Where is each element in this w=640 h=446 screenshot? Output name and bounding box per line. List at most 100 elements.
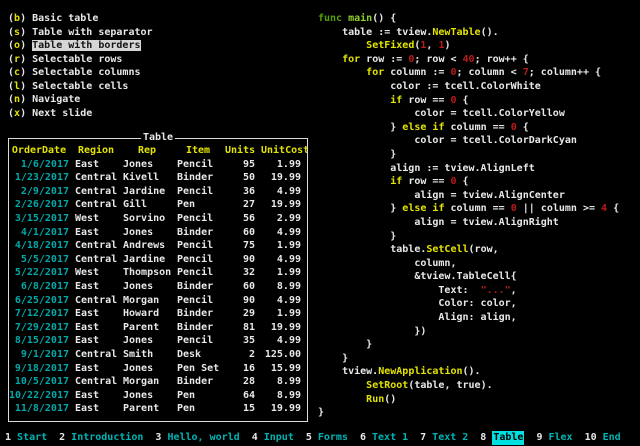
code-token: Run [366, 394, 384, 405]
slide-tab[interactable]: 9Flex [536, 431, 572, 445]
cell-units: 35 [225, 334, 261, 348]
cell-rep: Thompson [123, 266, 177, 280]
code-token: column == [444, 203, 510, 214]
code-token: ; column < [457, 67, 523, 78]
cell-rep: Jardine [123, 185, 177, 199]
menu-item[interactable]: (c) Selectable columns [8, 66, 153, 80]
code-token: &tview.TableCell{ [318, 271, 517, 282]
slide-number: 3 [155, 431, 161, 445]
cell-item: Pencil [177, 185, 225, 199]
cell-unitcost: 1.99 [261, 307, 307, 321]
cell-orderdate: 2/9/2017 [9, 185, 75, 199]
code-token: else [402, 203, 426, 214]
code-token: (row, [469, 244, 499, 255]
code-line: if row == 0 { [318, 175, 619, 189]
cell-item: Pen [177, 389, 225, 403]
code-token: { [457, 176, 469, 187]
slide-tab[interactable]: 5Forms [306, 431, 348, 445]
slide-tab[interactable]: 3Hello, world [155, 431, 239, 445]
slide-tab[interactable]: 4Input [252, 431, 294, 445]
slide-tab-label: Start [17, 431, 47, 445]
code-line: SetRoot(table, true). [318, 379, 619, 393]
code-token: 40 [463, 54, 475, 65]
cell-region: Central [75, 253, 123, 267]
code-token: (table, true). [408, 380, 492, 391]
cell-orderdate: 9/18/2017 [9, 362, 75, 376]
cell-item: Pencil [177, 253, 225, 267]
code-line: }) [318, 325, 619, 339]
slide-tab[interactable]: 6Text 1 [360, 431, 408, 445]
code-token: color = tcell.ColorYellow [318, 108, 565, 119]
code-line: } else if column == 0 || column >= 4 { [318, 202, 619, 216]
table-panel: Table OrderDate Region Rep Item Units Un… [8, 138, 308, 422]
cell-region: Central [75, 348, 123, 362]
code-line: column, [318, 257, 619, 271]
table-row: 9/18/2017 East Jones Pen Set 16 15.99 [9, 362, 307, 376]
cell-orderdate: 9/1/2017 [9, 348, 75, 362]
col-header-rep: Rep [123, 144, 177, 158]
cell-units: 60 [225, 226, 261, 240]
cell-item: Pencil [177, 239, 225, 253]
code-line: align = tview.AlignCenter [318, 189, 619, 203]
cell-rep: Jones [123, 280, 177, 294]
code-line: align := tview.AlignLeft [318, 162, 619, 176]
menu-item[interactable]: (b) Basic table [8, 12, 153, 26]
cell-rep: Jones [123, 334, 177, 348]
slide-number: 7 [420, 431, 426, 445]
cell-rep: Jones [123, 389, 177, 403]
cell-orderdate: 6/8/2017 [9, 280, 75, 294]
code-line: for column := 0; column < 7; column++ { [318, 66, 619, 80]
code-token: ) [444, 40, 450, 51]
slide-tab[interactable]: 1Start [5, 431, 47, 445]
slide-tab-label: Text 1 [372, 431, 408, 445]
cell-region: East [75, 362, 123, 376]
table-row: 7/29/2017 East Parent Binder 81 19.99 [9, 321, 307, 335]
code-token: if [390, 95, 402, 106]
menu-item[interactable]: (x) Next slide [8, 107, 153, 121]
slide-tab[interactable]: 8Table [480, 431, 524, 445]
slide-tab-label: Forms [318, 431, 348, 445]
cell-item: Desk [177, 348, 225, 362]
code-token: row == [402, 95, 450, 106]
cell-units: 90 [225, 294, 261, 308]
cell-region: Central [75, 171, 123, 185]
table-row: 1/23/2017 Central Kivell Binder 50 19.99 [9, 171, 307, 185]
cell-rep: Jones [123, 362, 177, 376]
cell-rep: Jones [123, 226, 177, 240]
slide-tab[interactable]: 2Introduction [59, 431, 143, 445]
table-row: 2/9/2017 Central Jardine Pencil 36 4.99 [9, 185, 307, 199]
code-token: table := tview. [318, 27, 432, 38]
cell-rep: Sorvino [123, 212, 177, 226]
terminal-screen: (b) Basic table (s) Table with separator… [0, 0, 640, 446]
slide-tab[interactable]: 7Text 2 [420, 431, 468, 445]
cell-rep: Parent [123, 402, 177, 416]
code-line: tview.NewApplication(). [318, 365, 619, 379]
code-line: func main() { [318, 12, 619, 26]
slide-tab-label: Input [264, 431, 294, 445]
code-line: color := tcell.ColorWhite [318, 80, 619, 94]
code-token: Color: color, [318, 298, 517, 309]
cell-region: Central [75, 375, 123, 389]
cell-rep: Kivell [123, 171, 177, 185]
slide-tab[interactable]: 10End [585, 431, 621, 445]
menu-item[interactable]: (o) Table with borders [8, 39, 153, 53]
menu-item[interactable]: (l) Selectable cells [8, 80, 153, 94]
cell-item: Pencil [177, 334, 225, 348]
menu-item[interactable]: (r) Selectable rows [8, 53, 153, 67]
cell-unitcost: 1.99 [261, 239, 307, 253]
code-token: ; column++ { [529, 67, 601, 78]
menu-item[interactable]: (s) Table with separator [8, 26, 153, 40]
cell-rep: Smith [123, 348, 177, 362]
cell-item: Pen [177, 198, 225, 212]
cell-units: 50 [225, 171, 261, 185]
code-line: color = tcell.ColorDarkCyan [318, 134, 619, 148]
menu-item[interactable]: (n) Navigate [8, 93, 153, 107]
cell-item: Pen [177, 402, 225, 416]
code-token: else [402, 122, 426, 133]
cell-units: 60 [225, 280, 261, 294]
code-token: , [511, 285, 517, 296]
table-row: 8/15/2017 East Jones Pencil 35 4.99 [9, 334, 307, 348]
table-row: 5/22/2017 West Thompson Pencil 32 1.99 [9, 266, 307, 280]
code-token: if [390, 176, 402, 187]
code-token: NewTable [432, 27, 480, 38]
